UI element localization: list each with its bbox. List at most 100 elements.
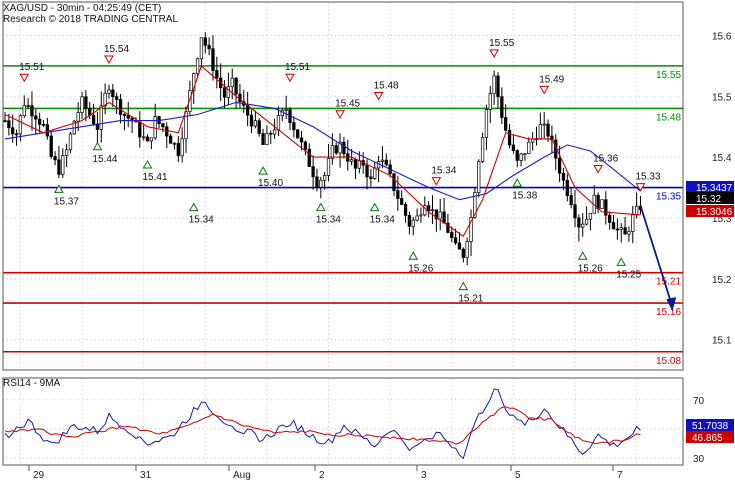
candle-body (315, 176, 319, 188)
candle-body (18, 115, 23, 135)
price-badge-text: 15.32 (696, 194, 721, 205)
chart-background (0, 0, 735, 480)
candle-body (153, 116, 157, 139)
candle-body (257, 120, 261, 135)
candle-body (292, 122, 296, 131)
price-tick-label: 15.2 (712, 275, 732, 286)
candle-body (207, 44, 211, 50)
candle-body (296, 129, 300, 139)
candle-body (84, 96, 88, 109)
price-tick-label: 15.5 (712, 92, 732, 103)
candle-body (195, 58, 200, 75)
swing-high-label: 15.36 (593, 153, 618, 164)
candle-body (500, 96, 504, 118)
candle-body (484, 109, 489, 138)
swing-low-label: 15.26 (408, 263, 433, 274)
candle-body (588, 212, 593, 220)
rsi-badge-text: 51.7038 (692, 421, 729, 432)
candle-body (430, 209, 435, 212)
candle-body (373, 167, 377, 179)
candle-body (542, 123, 546, 126)
candle-body (215, 70, 219, 79)
swing-low-label: 15.34 (316, 215, 341, 226)
candle-body (569, 195, 573, 206)
candle-body (107, 89, 111, 94)
swing-low-label: 15.34 (370, 215, 395, 226)
level-label: 15.08 (656, 356, 681, 367)
candle-body (261, 133, 265, 145)
candle-body (80, 96, 84, 113)
candle-body (600, 199, 604, 209)
candle-body (384, 159, 388, 166)
swing-high-label: 15.55 (489, 38, 514, 49)
candle-body (584, 218, 589, 225)
candle-body (22, 105, 26, 117)
candle-body (7, 120, 11, 129)
candle-body (515, 150, 519, 161)
candle-body (407, 214, 412, 227)
candle-body (115, 96, 119, 100)
swing-low-label: 15.44 (92, 154, 117, 165)
candle-body (111, 89, 115, 98)
candle-body (480, 137, 485, 162)
candle-body (319, 179, 323, 188)
swing-low-label: 15.26 (578, 263, 603, 274)
candle-body (511, 144, 516, 152)
x-tick-label: 3 (421, 470, 427, 480)
candle-body (557, 157, 562, 174)
price-tick-label: 15.1 (712, 336, 732, 347)
swing-low-label: 15.25 (616, 269, 641, 280)
candle-body (245, 105, 250, 116)
candle-body (211, 48, 215, 71)
candle-body (492, 75, 496, 95)
candle-body (453, 237, 458, 244)
candle-body (415, 215, 419, 221)
swing-low-label: 15.38 (512, 190, 537, 201)
x-tick-label: 31 (140, 470, 152, 480)
candle-body (496, 75, 500, 98)
candle-body (26, 105, 30, 107)
candle-body (180, 138, 184, 157)
candle-body (573, 204, 577, 219)
candle-body (608, 214, 612, 223)
candle-body (396, 190, 400, 199)
candle-body (30, 105, 34, 117)
candle-body (457, 242, 462, 250)
candle-body (45, 124, 50, 137)
swing-high-label: 15.48 (374, 80, 399, 91)
candle-body (365, 164, 369, 178)
candle-body (477, 161, 481, 193)
candle-body (596, 194, 600, 209)
rsi-tick-label: 70 (693, 396, 705, 407)
candle-body (269, 132, 273, 135)
level-label: 15.16 (656, 307, 681, 318)
candle-body (118, 99, 123, 115)
swing-high-label: 15.33 (635, 172, 660, 183)
candle-body (222, 87, 227, 98)
candle-body (14, 133, 19, 136)
candle-body (488, 93, 492, 110)
candle-body (627, 231, 631, 235)
candle-body (303, 141, 308, 150)
candle-body (577, 217, 581, 228)
candle-body (504, 117, 508, 131)
candle-body (323, 175, 327, 181)
candle-body (145, 136, 150, 142)
candle-body (438, 211, 442, 220)
candle-body (465, 241, 469, 258)
candle-body (49, 135, 53, 157)
candle-body (380, 159, 385, 162)
candle-body (165, 126, 169, 137)
swing-low-label: 15.40 (258, 178, 283, 189)
x-tick-label: 7 (617, 470, 623, 480)
candle-body (565, 179, 569, 196)
candle-body (68, 133, 73, 151)
candle-body (176, 143, 180, 157)
candle-body (57, 159, 61, 175)
candle-body (3, 120, 7, 122)
x-tick-label: 5 (515, 470, 521, 480)
symbol-line: XAG/USD - 30min - 04:25:49 (CET) (3, 3, 161, 14)
candle-body (634, 205, 639, 216)
candle-body (623, 227, 627, 235)
candle-body (11, 127, 15, 135)
